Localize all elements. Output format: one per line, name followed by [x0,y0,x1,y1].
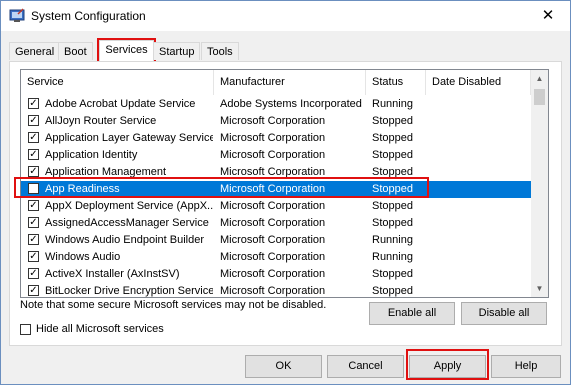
service-row[interactable]: ✓ Windows Audio Microsoft Corporation Runni… [21,249,531,266]
apply-button[interactable]: Apply [409,355,486,378]
service-status: Running [372,251,413,263]
tab-general[interactable]: General [9,42,61,60]
service-manufacturer: Microsoft Corporation [220,115,326,127]
window-title: System Configuration [31,9,146,23]
service-manufacturer: Microsoft Corporation [220,132,326,144]
service-name: Application Identity [45,149,138,161]
service-name: App Readiness [45,183,120,195]
service-name: Windows Audio Endpoint Builder [45,234,204,246]
service-status: Running [372,234,413,246]
column-header-service[interactable]: Service [21,70,214,95]
service-name: AppX Deployment Service (AppX... [45,200,213,212]
service-name: Adobe Acrobat Update Service [45,98,196,110]
service-row[interactable]: ✓ Windows Audio Endpoint Builder Microsoft… [21,232,531,249]
cancel-button[interactable]: Cancel [327,355,404,378]
ok-button[interactable]: OK [245,355,322,378]
secure-services-note: Note that some secure Microsoft services… [20,299,327,311]
tab-boot[interactable]: Boot [58,42,93,60]
close-icon: ✕ [541,7,555,24]
service-manufacturer: Microsoft Corporation [220,149,326,161]
hide-microsoft-services-label: Hide all Microsoft services [36,323,164,335]
column-header-status[interactable]: Status [366,70,426,95]
service-row[interactable]: ✓ AppX Deployment Service (AppX... Microso… [21,198,531,215]
service-status: Stopped [372,132,413,144]
service-status: Stopped [372,285,413,297]
tab-services[interactable]: Services [97,38,156,64]
service-checkbox[interactable]: ✓ [28,98,39,109]
service-row[interactable]: App Readiness Microsoft Corporation Stoppe… [21,181,531,198]
service-row[interactable]: ✓ ActiveX Installer (AxInstSV) Microsoft C… [21,266,531,283]
service-checkbox[interactable]: ✓ [28,217,39,228]
service-checkbox[interactable]: ✓ [28,166,39,177]
service-checkbox[interactable]: ✓ [28,200,39,211]
service-name: ActiveX Installer (AxInstSV) [45,268,180,280]
service-name: AllJoyn Router Service [45,115,157,127]
vertical-scrollbar[interactable]: ▲ ▼ [531,70,548,297]
service-name: Application Layer Gateway Service [45,132,213,144]
service-checkbox[interactable]: ✓ [28,251,39,262]
service-manufacturer: Microsoft Corporation [220,234,326,246]
msconfig-icon [9,8,25,22]
title-bar[interactable]: System Configuration ✕ [1,1,570,31]
service-status: Running [372,98,413,110]
service-row[interactable]: ✓ Application Identity Microsoft Corporati… [21,147,531,164]
service-name: Windows Audio [45,251,121,263]
hide-microsoft-services-checkbox[interactable] [20,324,31,335]
service-checkbox[interactable]: ✓ [28,149,39,160]
service-manufacturer: Adobe Systems Incorporated [220,98,362,110]
service-status: Stopped [372,183,413,195]
service-manufacturer: Microsoft Corporation [220,200,326,212]
service-status: Stopped [372,217,413,229]
service-row[interactable]: ✓ AllJoyn Router Service Microsoft Corpora… [21,113,531,130]
service-checkbox[interactable]: ✓ [28,285,39,296]
service-row[interactable]: ✓ Adobe Acrobat Update Service Adobe Syste… [21,96,531,113]
service-checkbox[interactable]: ✓ [28,132,39,143]
tab-tools[interactable]: Tools [201,42,239,60]
service-checkbox[interactable]: ✓ [28,268,39,279]
close-button[interactable]: ✕ [526,1,570,31]
service-row[interactable]: ✓ Application Management Microsoft Corpora… [21,164,531,181]
scroll-down-arrow-icon[interactable]: ▼ [531,280,548,297]
service-status: Stopped [372,200,413,212]
services-list[interactable]: Service Manufacturer Status Date Disable… [20,69,549,298]
service-name: AssignedAccessManager Service [45,217,209,229]
service-status: Stopped [372,149,413,161]
tab-startup[interactable]: Startup [153,42,201,60]
service-manufacturer: Microsoft Corporation [220,183,326,195]
column-header-manufacturer[interactable]: Manufacturer [214,70,366,95]
service-status: Stopped [372,166,413,178]
service-status: Stopped [372,115,413,127]
column-header-date-disabled[interactable]: Date Disabled [426,70,531,95]
service-manufacturer: Microsoft Corporation [220,285,326,297]
service-manufacturer: Microsoft Corporation [220,251,326,263]
service-name: BitLocker Drive Encryption Service [45,285,213,297]
scroll-up-arrow-icon[interactable]: ▲ [531,70,548,87]
service-manufacturer: Microsoft Corporation [220,268,326,280]
service-checkbox[interactable]: ✓ [28,234,39,245]
service-checkbox[interactable] [28,183,39,194]
scroll-thumb[interactable] [534,89,545,105]
enable-all-button[interactable]: Enable all [369,302,455,325]
system-configuration-window: System Configuration ✕ General Boot Serv… [0,0,571,385]
help-button[interactable]: Help [491,355,561,378]
service-row[interactable]: ✓ Application Layer Gateway Service Micros… [21,130,531,147]
service-manufacturer: Microsoft Corporation [220,217,326,229]
service-name: Application Management [45,166,167,178]
service-status: Stopped [372,268,413,280]
disable-all-button[interactable]: Disable all [461,302,547,325]
service-row[interactable]: ✓ BitLocker Drive Encryption Service Micro… [21,283,531,297]
service-checkbox[interactable]: ✓ [28,115,39,126]
service-row[interactable]: ✓ AssignedAccessManager Service Microsoft … [21,215,531,232]
service-manufacturer: Microsoft Corporation [220,166,326,178]
list-header: Service Manufacturer Status Date Disable… [21,70,531,95]
